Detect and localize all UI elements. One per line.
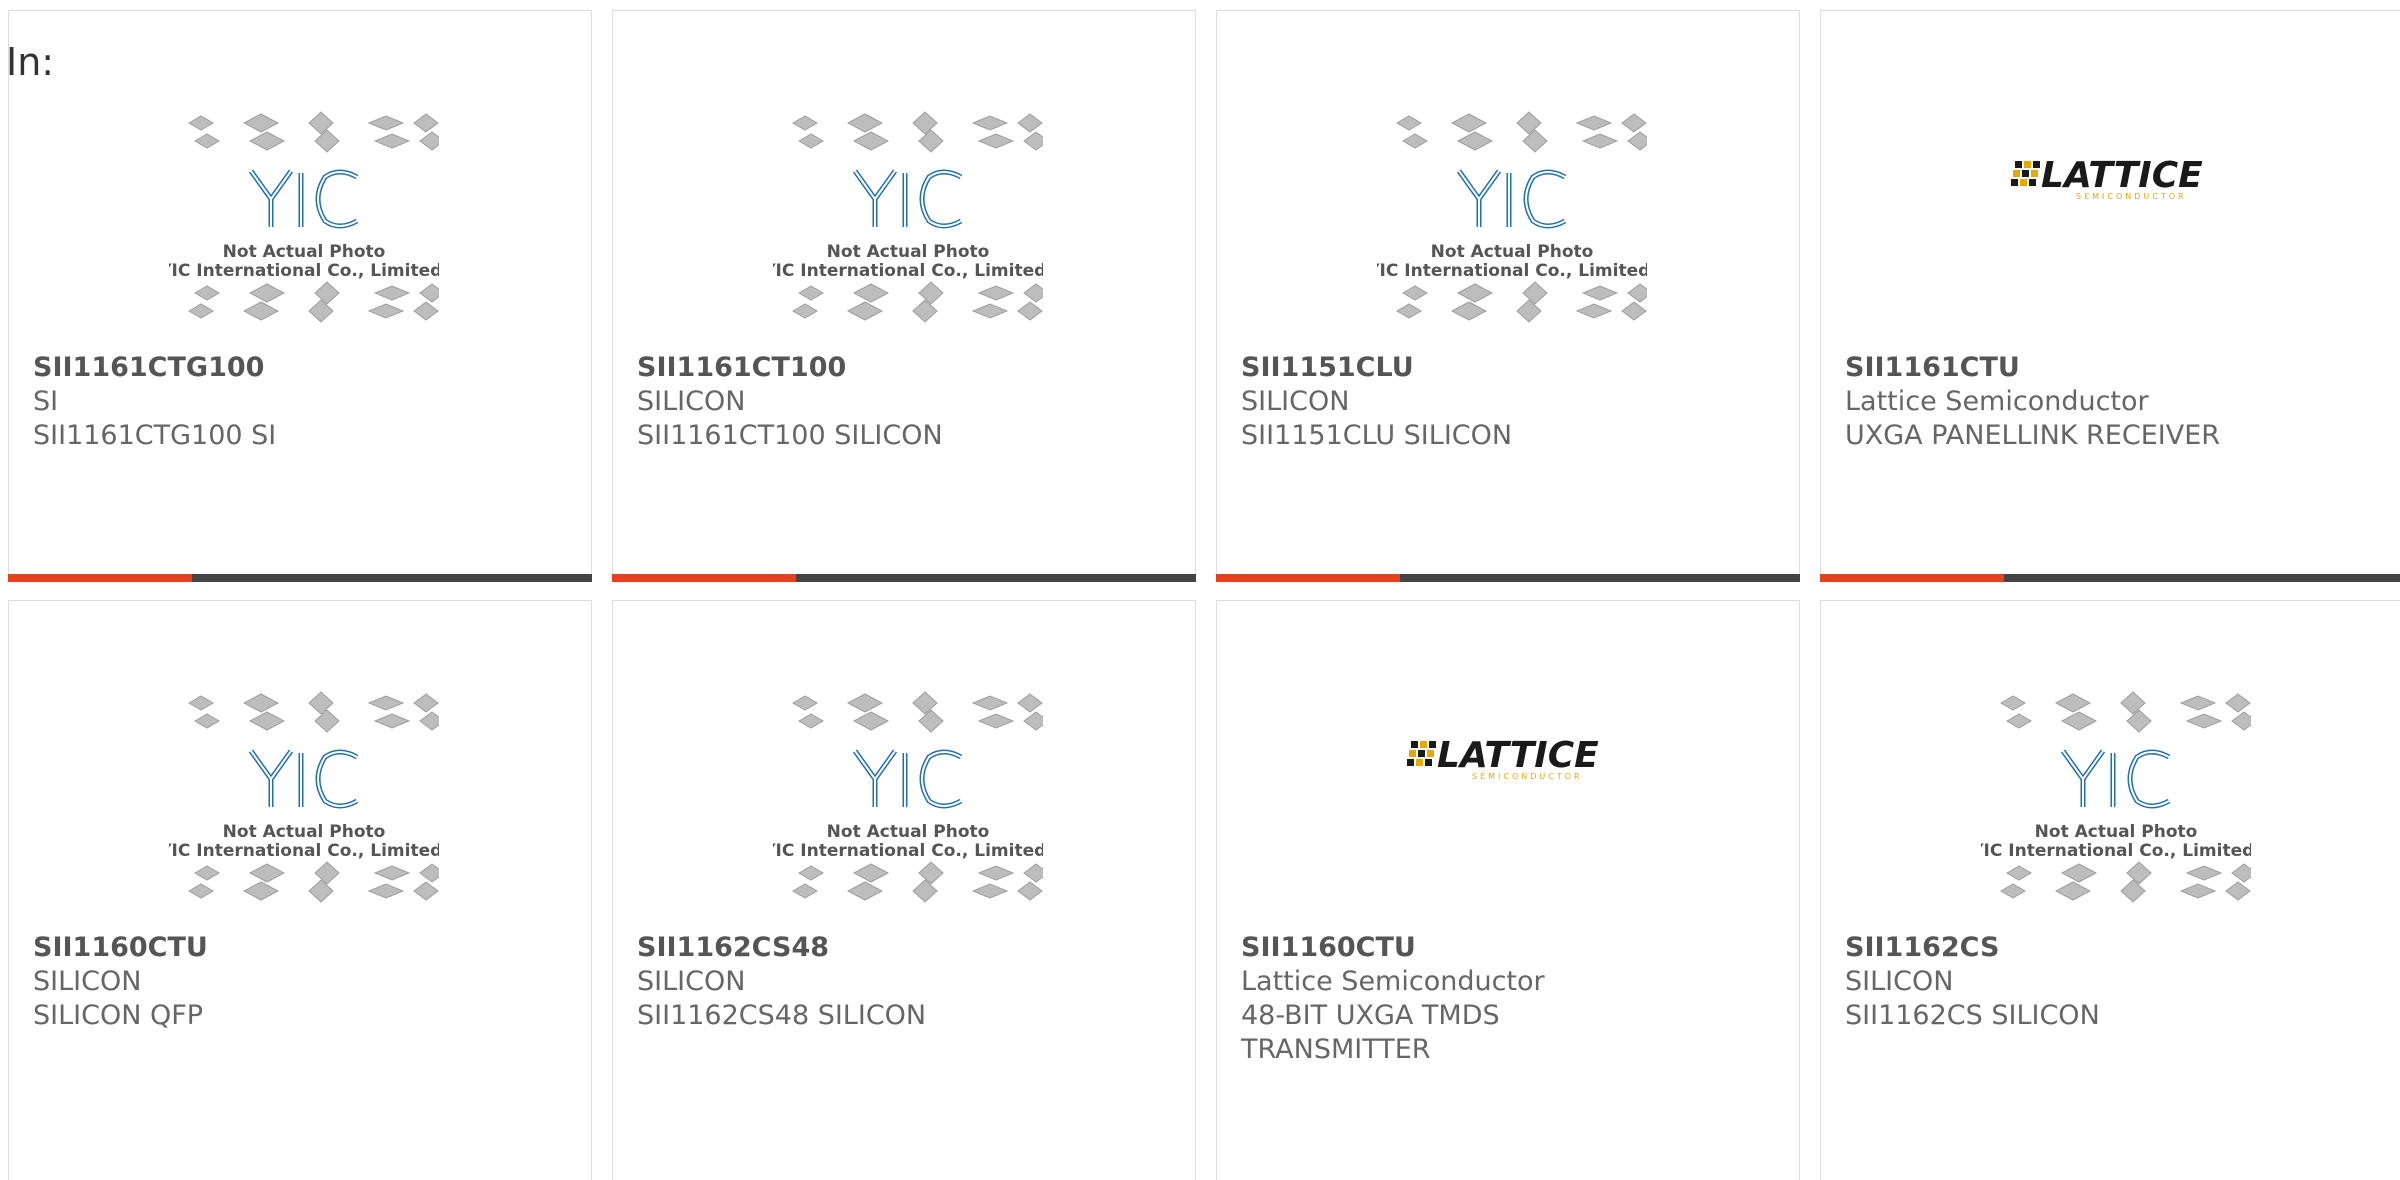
part-number-link[interactable]: SII1161CTG100 — [33, 351, 563, 385]
svg-text:YIC International Co., Limited: YIC International Co., Limited. — [773, 841, 1043, 861]
svg-text:SEMICONDUCTOR: SEMICONDUCTOR — [1472, 772, 1583, 781]
description: SILICON QFP — [33, 1000, 204, 1031]
chip-icons — [1396, 111, 1647, 153]
lattice-logo: LATTICESEMICONDUCTOR — [1407, 735, 1599, 781]
product-info: SII1162CS SILICON SII1162CS SILICON — [1845, 931, 2375, 1033]
yic-placeholder-image: Not Actual PhotoYIC International Co., L… — [773, 111, 1043, 323]
part-number-link[interactable]: SII1151CLU — [1241, 351, 1771, 385]
card-accent — [1216, 574, 1400, 582]
yic-logo — [1456, 169, 1567, 229]
chip-icons — [1396, 281, 1647, 323]
svg-text:LATTICE: LATTICE — [2041, 155, 2203, 196]
svg-text:YIC International Co., Limited: YIC International Co., Limited. — [773, 261, 1043, 281]
yic-logo — [852, 749, 963, 809]
part-number-link[interactable]: SII1162CS48 — [637, 931, 1167, 965]
product-info: SII1160CTU Lattice Semiconductor 48-BIT … — [1241, 931, 1771, 1067]
part-number-link[interactable]: SII1161CTU — [1845, 351, 2375, 385]
yic-logo — [2060, 749, 2171, 809]
product-info: SII1162CS48 SILICON SII1162CS48 SILICON — [637, 931, 1167, 1033]
product-card[interactable]: Not Actual Photo YIC International Co., L… — [8, 10, 592, 582]
description: SII1162CS SILICON — [1845, 1000, 2100, 1031]
part-number-link[interactable]: SII1160CTU — [33, 931, 563, 965]
manufacturer: SILICON — [637, 386, 746, 417]
lattice-logo: LATTICESEMICONDUCTOR — [2011, 155, 2203, 201]
manufacturer: SILICON — [33, 966, 142, 997]
product-card[interactable]: Not Actual Photo YIC International Co., L… — [612, 10, 1196, 582]
product-info: SII1161CT100 SILICON SII1161CT100 SILICO… — [637, 351, 1167, 453]
yic-placeholder-image: Not Actual PhotoYIC International Co., L… — [773, 691, 1043, 903]
svg-text:YIC International Co., Limited: YIC International Co., Limited. — [169, 841, 439, 861]
card-bottom-bar — [1820, 574, 2400, 582]
manufacturer: Lattice Semiconductor — [1241, 966, 1545, 997]
chip-icons — [792, 691, 1043, 733]
chip-icons — [188, 691, 439, 733]
chip-icons — [792, 111, 1043, 153]
yic-placeholder-image: Not Actual PhotoYIC International Co., L… — [1377, 111, 1647, 323]
product-info: SII1161CTU Lattice Semiconductor UXGA PA… — [1845, 351, 2375, 453]
lattice-logo-image: LATTICESEMICONDUCTOR — [2011, 155, 2203, 201]
chip-icons — [188, 861, 439, 903]
chip-icons — [792, 281, 1043, 323]
card-accent — [1820, 574, 2004, 582]
card-accent — [612, 574, 796, 582]
chip-icons — [188, 281, 439, 323]
product-card[interactable]: LATTICE SEMICONDUCTOR SII1160CTU Lattice … — [1216, 600, 1800, 1180]
description: SII1162CS48 SILICON — [637, 1000, 927, 1031]
svg-text:Not Actual Photo: Not Actual Photo — [2035, 822, 2198, 842]
description: SII1161CTG100 SI — [33, 420, 277, 451]
yic-logo — [248, 169, 359, 229]
manufacturer: SILICON — [1241, 386, 1350, 417]
svg-text:YIC International Co., Limited: YIC International Co., Limited. — [1981, 841, 2251, 861]
svg-text:Not Actual Photo: Not Actual Photo — [223, 242, 386, 262]
yic-placeholder-image: Not Actual PhotoYIC International Co., L… — [169, 691, 439, 903]
svg-text:YIC International Co., Limited: YIC International Co., Limited. — [169, 261, 439, 281]
yic-logo — [248, 749, 359, 809]
card-bottom-bar — [8, 574, 592, 582]
card-bottom-bar — [1216, 574, 1800, 582]
chip-icons — [2000, 861, 2251, 903]
description: 48-BIT UXGA TMDS TRANSMITTER — [1241, 1000, 1500, 1065]
manufacturer: SI — [33, 386, 59, 417]
svg-text:LATTICE: LATTICE — [1437, 735, 1599, 776]
product-grid: Not Actual Photo YIC International Co., L… — [0, 0, 2400, 1180]
product-card[interactable]: LATTICE SEMICONDUCTOR SII1161CTU Lattice … — [1820, 10, 2400, 582]
description: UXGA PANELLINK RECEIVER — [1845, 420, 2221, 451]
lattice-logo-image: LATTICESEMICONDUCTOR — [1407, 735, 1599, 781]
manufacturer: SILICON — [637, 966, 746, 997]
product-info: SII1151CLU SILICON SII1151CLU SILICON — [1241, 351, 1771, 453]
svg-text:Not Actual Photo: Not Actual Photo — [827, 242, 990, 262]
svg-text:Not Actual Photo: Not Actual Photo — [223, 822, 386, 842]
product-card[interactable]: Not Actual Photo YIC International Co., L… — [1216, 10, 1800, 582]
yic-logo — [852, 169, 963, 229]
svg-text:Not Actual Photo: Not Actual Photo — [827, 822, 990, 842]
part-number-link[interactable]: SII1160CTU — [1241, 931, 1771, 965]
in-label: In: — [6, 40, 55, 84]
manufacturer: Lattice Semiconductor — [1845, 386, 2149, 417]
yic-placeholder-image: Not Actual PhotoYIC International Co., L… — [169, 111, 439, 323]
description: SII1151CLU SILICON — [1241, 420, 1513, 451]
svg-text:YIC International Co., Limited: YIC International Co., Limited. — [1377, 261, 1647, 281]
card-accent — [8, 574, 192, 582]
yic-placeholder-image: Not Actual PhotoYIC International Co., L… — [1981, 691, 2251, 903]
manufacturer: SILICON — [1845, 966, 1954, 997]
part-number-link[interactable]: SII1161CT100 — [637, 351, 1167, 385]
product-info: SII1161CTG100 SI SII1161CTG100 SI — [33, 351, 563, 453]
svg-text:Not Actual Photo: Not Actual Photo — [1431, 242, 1594, 262]
chip-icons — [2000, 691, 2251, 733]
description: SII1161CT100 SILICON — [637, 420, 943, 451]
part-number-link[interactable]: SII1162CS — [1845, 931, 2375, 965]
product-card[interactable]: Not Actual Photo YIC International Co., L… — [612, 600, 1196, 1180]
product-card[interactable]: Not Actual Photo YIC International Co., L… — [1820, 600, 2400, 1180]
product-info: SII1160CTU SILICON SILICON QFP — [33, 931, 563, 1033]
chip-icons — [792, 861, 1043, 903]
card-bottom-bar — [612, 574, 1196, 582]
chip-icons — [188, 111, 439, 153]
product-card[interactable]: Not Actual Photo YIC International Co., L… — [8, 600, 592, 1180]
svg-text:SEMICONDUCTOR: SEMICONDUCTOR — [2076, 192, 2187, 201]
